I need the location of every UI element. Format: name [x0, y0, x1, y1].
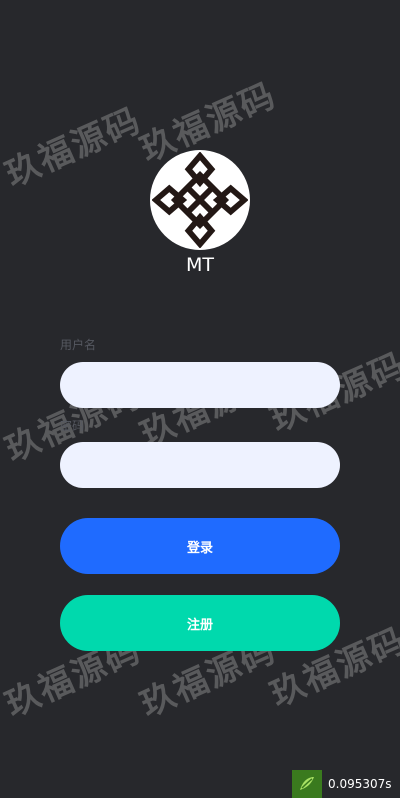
password-input[interactable]	[60, 442, 340, 488]
password-label: 密码	[60, 419, 85, 433]
username-input[interactable]	[60, 362, 340, 408]
app-logo	[150, 150, 250, 250]
leaf-logo-icon	[292, 770, 322, 798]
timer-value: 0.095307s	[328, 777, 392, 791]
register-button[interactable]: 注册	[60, 595, 340, 651]
watermark-text: 玖福源码	[0, 100, 148, 196]
login-button[interactable]: 登录	[60, 518, 340, 574]
knot-cross-logo-icon	[152, 152, 248, 248]
render-timer: 0.095307s	[292, 770, 392, 798]
username-label: 用户名	[60, 338, 97, 352]
app-name: MT	[186, 254, 214, 276]
